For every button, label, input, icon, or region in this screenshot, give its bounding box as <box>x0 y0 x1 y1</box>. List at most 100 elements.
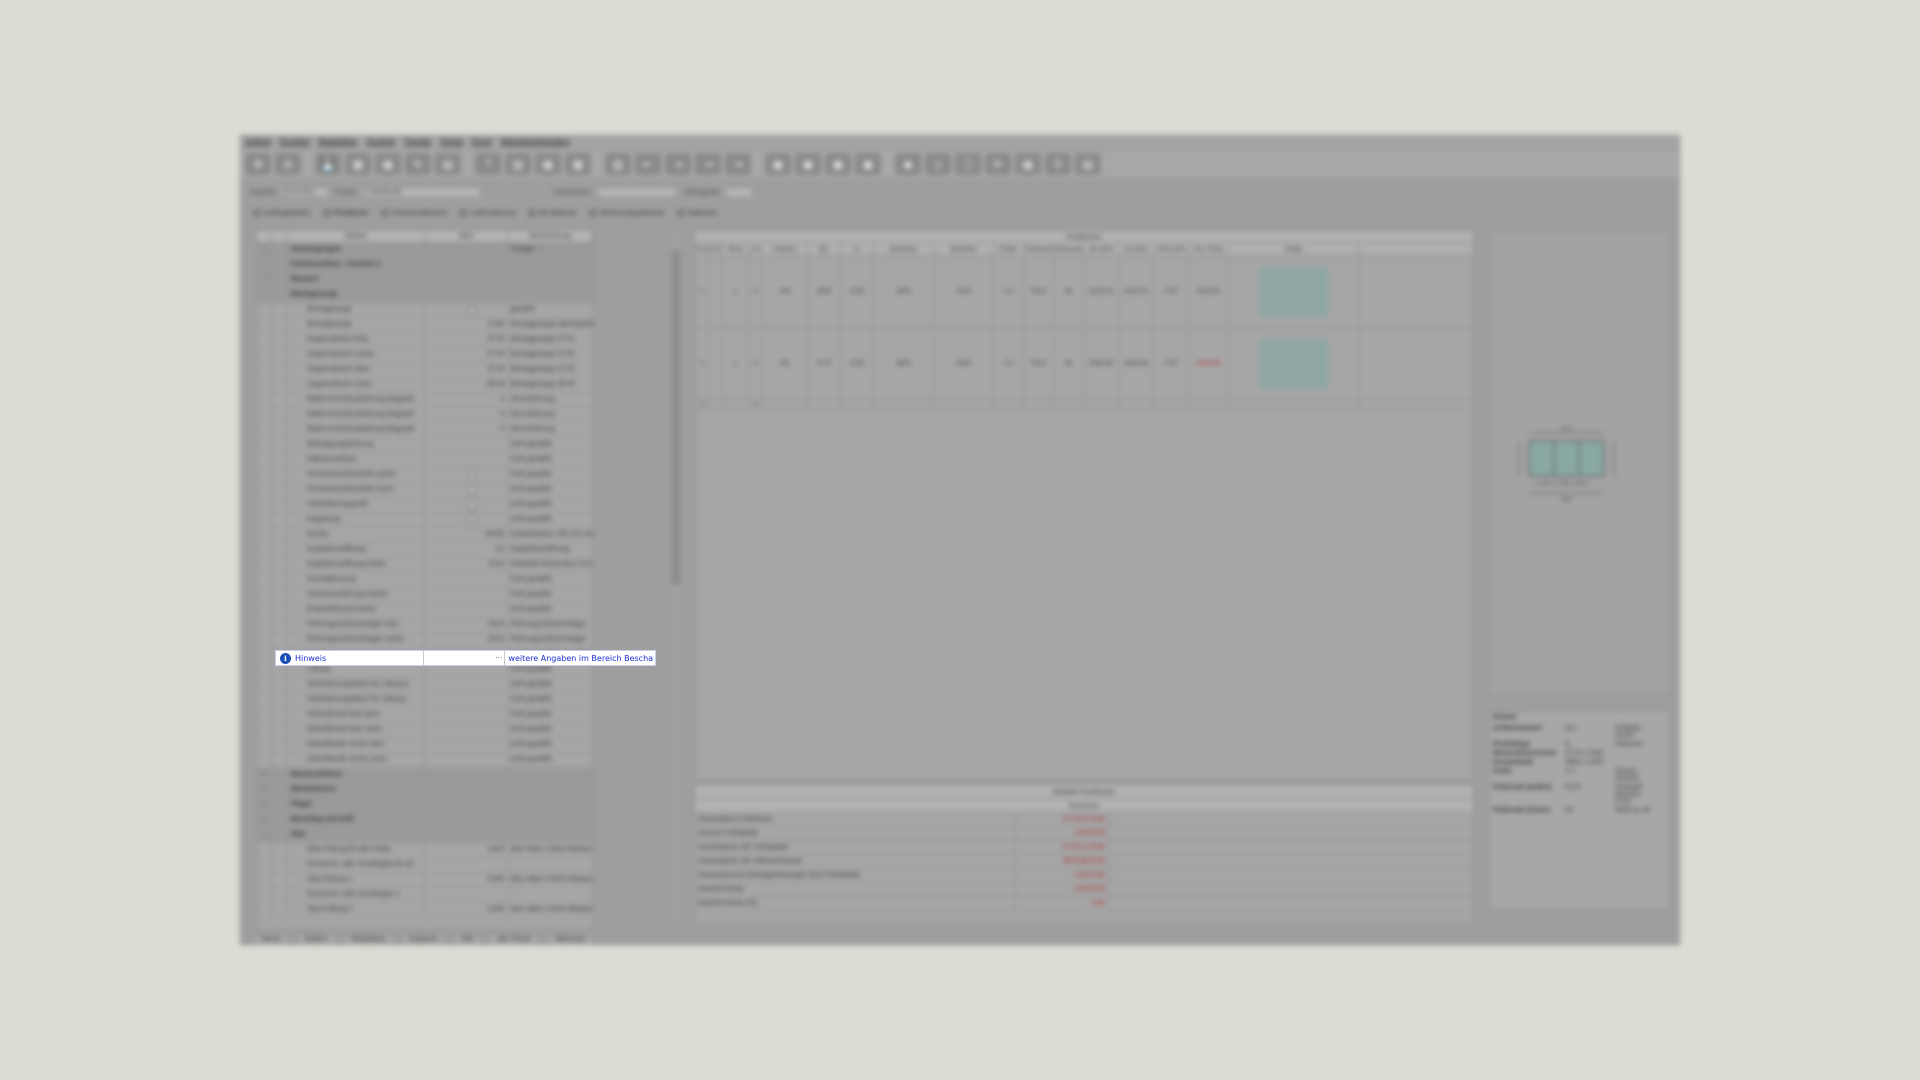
position-col-header[interactable]: EK-N/St <box>1084 243 1119 255</box>
attribute-value[interactable]: ZA15 <box>425 633 509 647</box>
menu-item-3[interactable]: Anzeige <box>366 136 395 148</box>
expand-toggle[interactable]: – <box>257 243 272 257</box>
toolbar-button-icon[interactable]: ▤ <box>505 153 531 175</box>
scroll-thumb[interactable] <box>672 250 680 585</box>
toolbar-button-icon[interactable]: ▣ <box>825 153 851 175</box>
attribute-value[interactable] <box>425 603 509 617</box>
position-col-header[interactable]: B/L <box>808 243 841 255</box>
checkbox[interactable] <box>467 516 476 524</box>
menu-item-0[interactable]: Auftrag <box>245 136 271 148</box>
attribute-value[interactable] <box>425 438 509 452</box>
auftragsdat-field[interactable] <box>725 186 754 198</box>
tree-row[interactable]: Inspektionsöffnung I10 Inspektionsöffnung <box>257 543 593 558</box>
tab-6[interactable]: Optionen <box>676 206 718 219</box>
tree-row[interactable]: Dekorblende rechts unten nicht gewählt <box>257 753 593 768</box>
attribute-value[interactable]: 0 <box>425 393 509 407</box>
toolbar-button-icon[interactable]: ⓘ <box>955 153 981 175</box>
attribute-value[interactable]: ZT-W <box>425 363 509 377</box>
position-col-header[interactable]: Grafik <box>1229 243 1359 255</box>
toolbar-button-icon[interactable]: ◆ <box>895 153 921 175</box>
attribute-value[interactable] <box>425 888 509 902</box>
position-col-header[interactable]: Bauhöhe <box>934 243 994 255</box>
toolbar-button-icon[interactable]: ▥ <box>605 153 631 175</box>
attribute-value[interactable]: 124/5 <box>425 843 509 857</box>
attribute-value[interactable] <box>425 678 509 692</box>
tree-row[interactable]: Verbreiterungsblock für Lüftung li nicht … <box>257 678 593 693</box>
toolbar-button-icon[interactable]: ▦ <box>565 153 591 175</box>
tab-4[interactable]: Alt.Adresse <box>527 206 577 219</box>
toolbar-button-icon[interactable]: ⚲ <box>1045 153 1071 175</box>
tree-row[interactable]: – Element <box>257 273 593 288</box>
tree-row[interactable]: Verbreiterungsblock für Lüftung r nicht g… <box>257 693 593 708</box>
position-row-empty[interactable]: 30 <box>695 400 1473 410</box>
toolbar-button-icon[interactable]: ▦ <box>535 153 561 175</box>
selected-row-hinweis[interactable]: i Hinweis weitere Angaben im Bereich Bes… <box>275 650 656 666</box>
tree-row[interactable]: Fallenanschluss nicht gewählt <box>257 453 593 468</box>
tree-col-header[interactable] <box>257 231 272 242</box>
tree-row[interactable]: Glas-Füllung 2 124/5 Max-Vakor 3-fach Wäre… <box>257 903 593 918</box>
expand-toggle[interactable]: + <box>257 768 272 782</box>
checkbox[interactable] <box>467 471 476 479</box>
attribute-value[interactable] <box>425 513 509 527</box>
attribute-value[interactable]: Z-HR <box>425 318 509 332</box>
angebot-field[interactable]: 20.8.2021 <box>281 186 330 198</box>
attribute-value[interactable]: ZB-W <box>425 378 509 392</box>
position-col-header[interactable]: Artikelnr. <box>763 243 808 255</box>
toolbar-button-icon[interactable]: ▦ <box>345 153 371 175</box>
checkbox[interactable] <box>467 486 476 494</box>
tree-row[interactable]: – Glas <box>257 828 593 843</box>
toolbar-button-icon[interactable]: ▤ <box>1075 153 1101 175</box>
tree-row[interactable]: Fensteranschlussfolie außen nicht gewählt <box>257 468 593 483</box>
attribute-value[interactable] <box>425 858 509 872</box>
expand-toggle[interactable]: + <box>257 783 272 797</box>
menu-item-1[interactable]: Drucken <box>280 136 310 148</box>
tree-row[interactable]: Entausführung Kanten nicht gewählt <box>257 603 593 618</box>
attribute-value[interactable] <box>425 798 509 812</box>
attribute-value[interactable] <box>425 288 509 302</box>
tree-row[interactable]: Zargenrahmen unten ZB-W Montagezarge ZB-W <box>257 378 593 393</box>
position-col-header[interactable]: H <box>841 243 874 255</box>
tab-3[interactable]: Lieferadresse <box>459 206 516 219</box>
position-col-header[interactable]: Baubreite <box>874 243 934 255</box>
toolbar-button-icon[interactable]: ⇤ <box>635 153 661 175</box>
attribute-value[interactable] <box>425 468 509 482</box>
bottom-button-0[interactable]: Neuer <box>253 934 291 945</box>
attribute-value[interactable] <box>425 573 509 587</box>
tab-0[interactable]: Auftragsdaten <box>253 206 311 219</box>
attribute-value[interactable]: 40200 <box>425 528 509 542</box>
expand-toggle[interactable]: + <box>257 798 272 812</box>
position-row[interactable]: 2 1 0 911 4770 2100 4800 2200 3-1 P113 45 3040.66 30… <box>695 328 1473 400</box>
attribute-value[interactable]: 124/5 <box>425 903 509 917</box>
toolbar-button-icon[interactable]: ⇥ <box>695 153 721 175</box>
tree-row[interactable]: Montagezarge <box>257 288 593 303</box>
attribute-value[interactable] <box>425 828 509 842</box>
checkbox[interactable] <box>467 306 476 314</box>
position-col-header[interactable]: VKS-N/St <box>1154 243 1189 255</box>
tree-row[interactable]: Dekorblende links unten nicht gewählt <box>257 723 593 738</box>
attribute-value[interactable]: P113 <box>425 558 509 572</box>
toolbar-button-icon[interactable]: ▤ <box>435 153 461 175</box>
attribute-value[interactable] <box>425 243 509 257</box>
tree-row[interactable]: Verbreiterungsprofil nicht gewählt <box>257 498 593 513</box>
attribute-value[interactable] <box>425 273 509 287</box>
attribute-value[interactable] <box>425 498 509 512</box>
attribute-value[interactable] <box>425 693 509 707</box>
tree-row[interactable]: Glas-Füllung für alle Felder 124/5 Max-Vak… <box>257 843 593 858</box>
tree-row[interactable]: Innendämmung nicht gewählt <box>257 573 593 588</box>
bottom-button-1[interactable]: Ändern <box>296 934 337 945</box>
menu-item-7[interactable]: Warenkonfiguration <box>501 136 570 148</box>
attribute-value[interactable]: 124/5 <box>425 873 509 887</box>
attribute-value[interactable]: 0 <box>425 423 509 437</box>
attribute-value[interactable] <box>425 303 509 317</box>
tree-row[interactable]: Rabet-Anschlussbohrung Magnetk 0 ohne Bohr… <box>257 423 593 438</box>
tree-col-header[interactable]: Wert <box>425 231 509 242</box>
tree-row[interactable]: Befestigungsbohrung nicht gewählt <box>257 438 593 453</box>
attribute-value[interactable] <box>425 783 509 797</box>
menu-item-6[interactable]: Excel <box>472 136 492 148</box>
tree-row[interactable]: Inspektionsöffnung Farbe P113 Perlweiß Fei… <box>257 558 593 573</box>
toolbar-button-icon[interactable]: ▦ <box>375 153 401 175</box>
attribute-value[interactable] <box>425 483 509 497</box>
toolbar-button-icon[interactable]: ⇥ <box>725 153 751 175</box>
tree-row[interactable]: Dekorblende links oben nicht gewählt <box>257 708 593 723</box>
attribute-value[interactable]: ZA15 <box>425 618 509 632</box>
